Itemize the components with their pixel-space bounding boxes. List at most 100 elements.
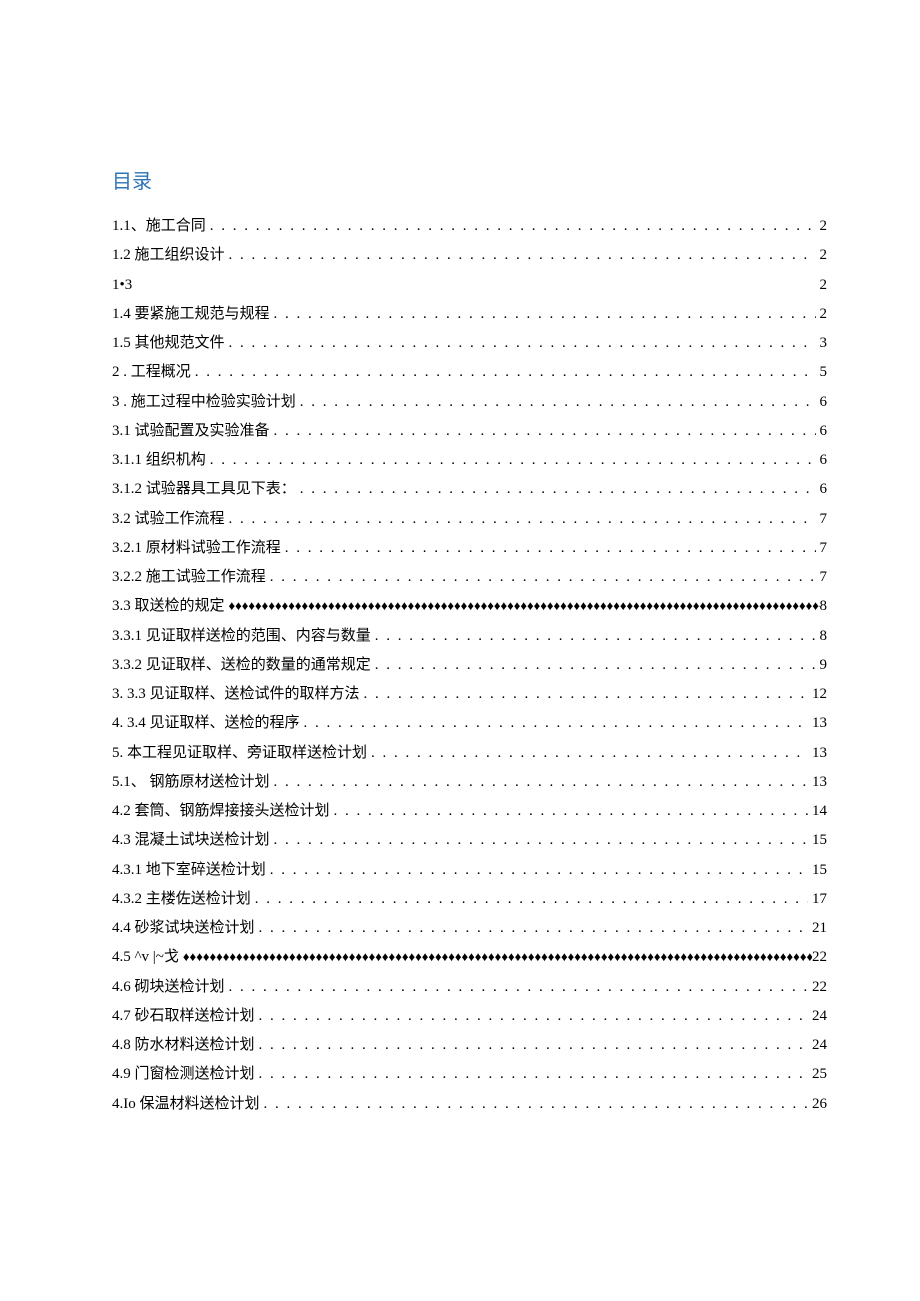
- toc-leader: [360, 680, 812, 709]
- toc-entry: 3.1.2 试验器具工具见下表： 6: [112, 475, 830, 504]
- toc-leader: [296, 475, 820, 504]
- toc-entry-label: 4.6 砌块送检计划: [112, 973, 225, 1002]
- toc-entry-label: 3.1.2 试验器具工具见下表：: [112, 475, 296, 504]
- toc-entry-label: 3.2.1 原材料试验工作流程: [112, 534, 281, 563]
- toc-entry: 3. 3.3 见证取样、送检试件的取样方法 12: [112, 680, 830, 709]
- toc-entry: 4.Io 保温材料送检计划 26: [112, 1090, 830, 1119]
- toc-entry-label: 3.3.2 见证取样、送检的数量的通常规定: [112, 651, 371, 680]
- toc-entry-page: 13: [812, 739, 827, 768]
- toc-entry: 2 . 工程概况5: [112, 358, 830, 387]
- toc-entry: 4.2 套筒、钢筋焊接接头送检计划 14: [112, 797, 830, 826]
- toc-leader: [255, 1031, 812, 1060]
- toc-entry: 3.2.2 施工试验工作流程7: [112, 563, 830, 592]
- toc-entry-page: 26: [812, 1090, 827, 1119]
- toc-entry-label: 1•3: [112, 271, 132, 300]
- toc-entry: 1•3 2: [112, 271, 830, 300]
- toc-entry-page: 2: [820, 300, 828, 329]
- toc-entry-page: 17: [812, 885, 827, 914]
- toc-entry-label: 4. 3.4 见证取样、送检的程序: [112, 709, 300, 738]
- toc-entry: 3.1 试验配置及实验准备6: [112, 417, 830, 446]
- toc-entry-label: 4.7 砂石取样送检计划: [112, 1002, 255, 1031]
- toc-entry-label: 3.3 取送检的规定: [112, 592, 225, 621]
- toc-entry-label: 4.2 套筒、钢筋焊接接头送检计划: [112, 797, 330, 826]
- toc-entry: 5. 本工程见证取样、旁证取样送检计划 13: [112, 739, 830, 768]
- toc-leader: [270, 300, 820, 329]
- toc-entry-page: 2: [820, 271, 828, 300]
- toc-entry-page: 8: [820, 622, 828, 651]
- toc-entry-page: 8: [820, 592, 828, 621]
- toc-entry-label: 4.3.2 主楼佐送检计划: [112, 885, 251, 914]
- toc-entry-page: 14: [812, 797, 827, 826]
- toc-title: 目录: [112, 165, 830, 194]
- toc-leader: [191, 358, 820, 387]
- toc-entry-page: 12: [812, 680, 827, 709]
- toc-entry: 3.3.1 见证取样送检的范围、内容与数量 8: [112, 622, 830, 651]
- toc-entry-page: 25: [812, 1060, 827, 1089]
- toc-entry-page: 7: [820, 505, 828, 534]
- toc-entry-label: 3.3.1 见证取样送检的范围、内容与数量: [112, 622, 371, 651]
- toc-leader: [270, 768, 812, 797]
- toc-entry-label: 1.4 要紧施工规范与规程: [112, 300, 270, 329]
- toc-entry-label: 1.2 施工组织设计: [112, 241, 225, 270]
- toc-entry-page: 6: [820, 417, 828, 446]
- toc-entry-label: 3. 3.3 见证取样、送检试件的取样方法: [112, 680, 360, 709]
- toc-entry: 1.2 施工组织设计 2: [112, 241, 830, 270]
- toc-entry: 4. 3.4 见证取样、送检的程序 13: [112, 709, 830, 738]
- toc-entry-label: 3.1.1 组织机构: [112, 446, 206, 475]
- toc-entry-label: 4.9 门窗检测送检计划: [112, 1060, 255, 1089]
- toc-entry-label: 4.Io 保温材料送检计划: [112, 1090, 260, 1119]
- toc-entry: 3.1.1 组织机构6: [112, 446, 830, 475]
- toc-leader: [296, 388, 820, 417]
- toc-entry: 4.4 砂浆试块送检计划 21: [112, 914, 830, 943]
- toc-entry-label: 4.5 ^v |~戈: [112, 943, 179, 972]
- toc-entry: 3 . 施工过程中检验实验计划6: [112, 388, 830, 417]
- toc-leader: [266, 563, 820, 592]
- toc-entry: 1.1、施工合同2: [112, 212, 830, 241]
- toc-leader: [206, 446, 820, 475]
- toc-leader: [255, 1060, 812, 1089]
- toc-entry: 4.8 防水材料送检计划 24: [112, 1031, 830, 1060]
- toc-entry-page: 7: [820, 534, 828, 563]
- toc-entry-label: 3.2 试验工作流程: [112, 505, 225, 534]
- toc-entry-label: 3 . 施工过程中检验实验计划: [112, 388, 296, 417]
- toc-entry-label: 4.4 砂浆试块送检计划: [112, 914, 255, 943]
- toc-entry: 4.3 混凝土试块送检计划 15: [112, 826, 830, 855]
- toc-leader: [300, 709, 812, 738]
- toc-entry: 3.3.2 见证取样、送检的数量的通常规定 9: [112, 651, 830, 680]
- toc-entry-page: 24: [812, 1031, 827, 1060]
- toc-leader: [225, 329, 820, 358]
- toc-entry-page: 3: [820, 329, 828, 358]
- toc-entry-page: 15: [812, 826, 827, 855]
- toc-entry: 3.3 取送检的规定♦♦♦♦♦♦♦♦♦♦♦♦♦♦♦♦♦♦♦♦♦♦♦♦♦♦♦♦♦♦…: [112, 592, 830, 621]
- toc-entry: 4.7 砂石取样送检计划 24: [112, 1002, 830, 1031]
- toc-entry: 4.3.1 地下室碎送检计划15: [112, 856, 830, 885]
- toc-entry-label: 4.3 混凝土试块送检计划: [112, 826, 270, 855]
- toc-entry-page: 15: [812, 856, 827, 885]
- toc-entry-page: 9: [820, 651, 828, 680]
- toc-entry-page: 13: [812, 709, 827, 738]
- toc-entry-page: 22: [812, 943, 827, 972]
- toc-entry: 4.3.2 主楼佐送检计划 17: [112, 885, 830, 914]
- toc-leader: [206, 212, 820, 241]
- toc-leader: [266, 856, 812, 885]
- toc-entry-label: 2 . 工程概况: [112, 358, 191, 387]
- toc-leader: ♦♦♦♦♦♦♦♦♦♦♦♦♦♦♦♦♦♦♦♦♦♦♦♦♦♦♦♦♦♦♦♦♦♦♦♦♦♦♦♦…: [225, 593, 820, 618]
- toc-entry-page: 2: [820, 241, 828, 270]
- toc-entry: 4.5 ^v |~戈♦♦♦♦♦♦♦♦♦♦♦♦♦♦♦♦♦♦♦♦♦♦♦♦♦♦♦♦♦♦…: [112, 943, 830, 972]
- toc-leader: [367, 739, 812, 768]
- toc-entry-label: 4.8 防水材料送检计划: [112, 1031, 255, 1060]
- toc-entry: 3.2.1 原材料试验工作流程 7: [112, 534, 830, 563]
- toc-entry-page: 22: [812, 973, 827, 1002]
- toc-list: 1.1、施工合同21.2 施工组织设计21•321.4 要紧施工规范与规程21.…: [112, 212, 830, 1119]
- toc-leader: [371, 622, 820, 651]
- toc-leader: [255, 1002, 812, 1031]
- toc-entry-page: 13: [812, 768, 827, 797]
- toc-entry-label: 5. 本工程见证取样、旁证取样送检计划: [112, 739, 367, 768]
- toc-leader: [270, 826, 812, 855]
- toc-entry-page: 6: [820, 475, 828, 504]
- toc-entry-label: 3.2.2 施工试验工作流程: [112, 563, 266, 592]
- toc-leader: [330, 797, 812, 826]
- toc-entry-page: 21: [812, 914, 827, 943]
- toc-entry-page: 24: [812, 1002, 827, 1031]
- toc-entry-page: 2: [820, 212, 828, 241]
